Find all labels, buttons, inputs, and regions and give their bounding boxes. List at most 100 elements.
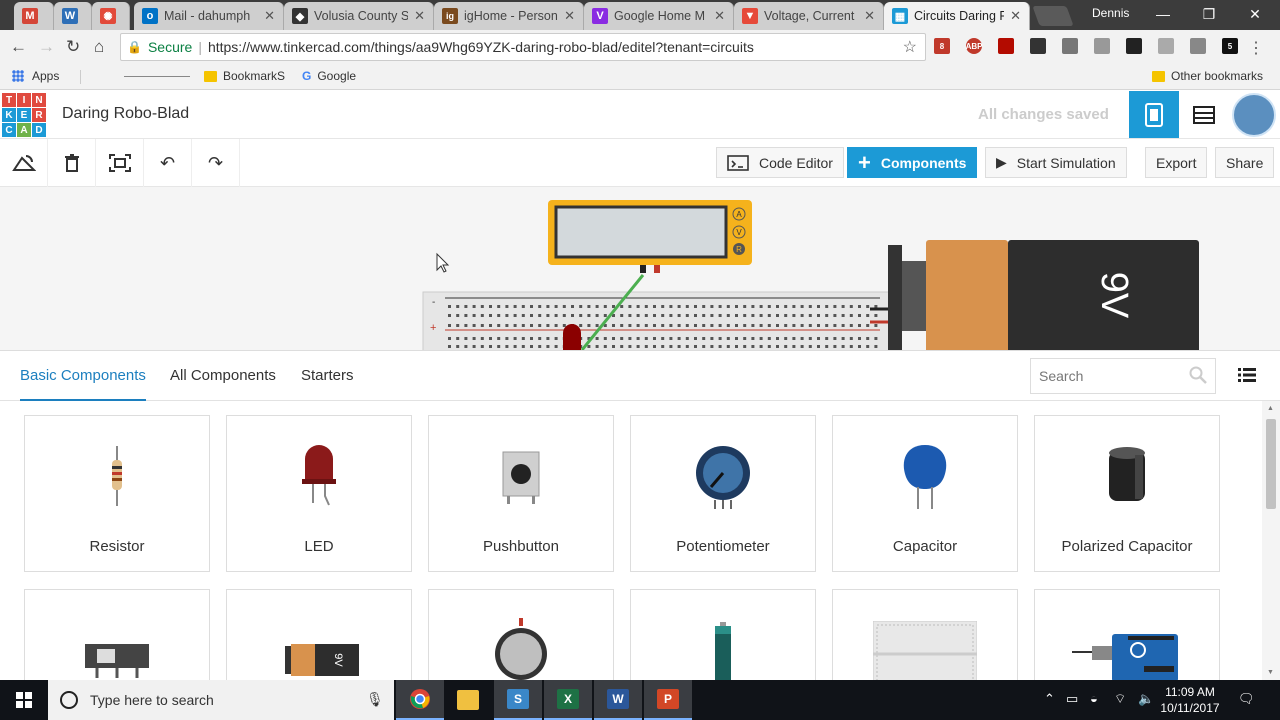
- system-clock[interactable]: 11:09 AM 10/11/2017: [1160, 684, 1220, 716]
- tab-circuits[interactable]: ▦ Circuits Daring R ✕: [884, 2, 1030, 30]
- leaf-icon[interactable]: [1094, 38, 1110, 54]
- volume-icon[interactable]: 🔈: [1138, 691, 1154, 707]
- close-window-icon[interactable]: ✕: [1240, 6, 1270, 23]
- tab-wordpress[interactable]: W: [54, 2, 92, 30]
- component-card-coin-cell[interactable]: [428, 589, 614, 681]
- taskbar-powerpoint[interactable]: P: [644, 680, 692, 720]
- led-component[interactable]: [563, 324, 581, 350]
- browser-menu-icon[interactable]: ⋮: [1248, 38, 1264, 58]
- start-simulation-button[interactable]: ▶ Start Simulation: [985, 147, 1127, 178]
- tab-mail[interactable]: o Mail - dahumph ✕: [134, 2, 284, 30]
- component-card-potentiometer[interactable]: Potentiometer: [630, 415, 816, 572]
- tray-overflow-icon[interactable]: ⌃: [1044, 691, 1055, 707]
- network-security-icon[interactable]: ◒: [1090, 691, 1098, 706]
- cloud-icon[interactable]: [1126, 38, 1142, 54]
- tab-ighome[interactable]: ig igHome - Person ✕: [434, 2, 584, 30]
- multimeter[interactable]: A V R: [548, 200, 752, 273]
- tab-all-components[interactable]: All Components: [170, 367, 276, 384]
- tab-gmail[interactable]: M: [14, 2, 54, 30]
- share-button[interactable]: Share: [1215, 147, 1275, 178]
- scroll-up-icon[interactable]: ▲: [1267, 405, 1274, 412]
- circuit-view-button[interactable]: [1129, 91, 1179, 138]
- tab-close-icon[interactable]: ✕: [264, 8, 275, 24]
- search-icon[interactable]: [1189, 366, 1207, 384]
- tab-voltage[interactable]: ▼ Voltage, Current ✕: [734, 2, 884, 30]
- project-title[interactable]: Daring Robo-Blad: [62, 105, 189, 123]
- address-bar[interactable]: 🔒 Secure | https://www.tinkercad.com/thi…: [120, 33, 926, 61]
- new-tab-button[interactable]: [1032, 6, 1074, 26]
- home-icon[interactable]: ⌂: [94, 37, 104, 57]
- taskbar-search-input[interactable]: Type here to search 🎙: [48, 680, 394, 720]
- battery-icon[interactable]: ▭: [1066, 691, 1078, 707]
- taskbar-chrome[interactable]: [396, 680, 444, 720]
- component-card-breadboard[interactable]: [832, 589, 1018, 681]
- fit-view-button[interactable]: [96, 139, 144, 187]
- components-button[interactable]: + Components: [847, 147, 978, 178]
- tab-close-icon[interactable]: ✕: [414, 8, 425, 24]
- wifi-icon[interactable]: ⌔: [1114, 691, 1126, 707]
- bookmark-apps[interactable]: Apps: [12, 69, 59, 83]
- tab-close-icon[interactable]: ✕: [564, 8, 575, 24]
- tab-basic-components[interactable]: Basic Components: [20, 367, 146, 401]
- adblock-icon[interactable]: ABP: [966, 38, 982, 54]
- pdf-icon[interactable]: [998, 38, 1014, 54]
- component-card-arduino[interactable]: [1034, 589, 1220, 681]
- rotate-button[interactable]: [0, 139, 48, 187]
- breadboard[interactable]: - +: [422, 291, 894, 350]
- user-avatar[interactable]: [1232, 93, 1276, 137]
- restore-icon[interactable]: ❐: [1194, 6, 1224, 23]
- component-card-resistor[interactable]: Resistor: [24, 415, 210, 572]
- start-button[interactable]: [0, 680, 48, 720]
- schematic-view-button[interactable]: [1179, 91, 1229, 138]
- bookmark-star-icon[interactable]: ☆: [903, 37, 917, 57]
- tab-close-icon[interactable]: ✕: [714, 8, 725, 24]
- action-center-icon[interactable]: 🗨: [1238, 691, 1255, 707]
- taskbar-excel[interactable]: X: [544, 680, 592, 720]
- translate-icon[interactable]: [1190, 38, 1206, 54]
- tab-volusia[interactable]: ◆ Volusia County S ✕: [284, 2, 434, 30]
- delete-button[interactable]: [48, 139, 96, 187]
- scroll-down-icon[interactable]: ▼: [1267, 669, 1274, 676]
- forward-icon[interactable]: →: [38, 37, 55, 57]
- tab-aperture[interactable]: ✺: [92, 2, 130, 30]
- scrollbar-thumb[interactable]: [1266, 419, 1276, 509]
- tinkercad-logo[interactable]: TIN KER CAD: [2, 93, 46, 137]
- bookmark-other[interactable]: Other bookmarks: [1152, 69, 1263, 83]
- component-card-pushbutton[interactable]: Pushbutton: [428, 415, 614, 572]
- component-card-capacitor[interactable]: Capacitor: [832, 415, 1018, 572]
- back-icon[interactable]: ←: [10, 37, 27, 57]
- export-button[interactable]: Export: [1145, 147, 1208, 178]
- taskbar-screencast[interactable]: S: [494, 680, 542, 720]
- minimize-icon[interactable]: —: [1148, 6, 1178, 22]
- component-card-battery-9v[interactable]: 9V: [226, 589, 412, 681]
- taskbar-word[interactable]: W: [594, 680, 642, 720]
- tab-starters[interactable]: Starters: [301, 367, 354, 384]
- calendar-icon[interactable]: 8: [934, 38, 950, 54]
- undo-button[interactable]: ↶: [144, 139, 192, 187]
- profile-name[interactable]: Dennis: [1092, 6, 1129, 20]
- amazon-icon[interactable]: 5: [1222, 38, 1238, 54]
- redo-button[interactable]: ↷: [192, 139, 240, 187]
- circuit-canvas[interactable]: A V R - + 9V: [0, 187, 1280, 350]
- bookmark-google[interactable]: G Google: [302, 69, 356, 83]
- component-card-battery-aa[interactable]: [630, 589, 816, 681]
- components-scrollbar[interactable]: ▲ ▼: [1262, 401, 1280, 681]
- taskbar-file-explorer[interactable]: [444, 680, 492, 720]
- reload-icon[interactable]: ↻: [66, 37, 80, 57]
- component-card-led[interactable]: LED: [226, 415, 412, 572]
- bookmark-folder[interactable]: BookmarkS: [204, 69, 285, 83]
- film-icon[interactable]: [1030, 38, 1046, 54]
- tab-close-icon[interactable]: ✕: [864, 8, 875, 24]
- component-card-polarized-capacitor[interactable]: Polarized Capacitor: [1034, 415, 1220, 572]
- microphone-icon[interactable]: 🎙: [366, 691, 384, 708]
- component-label: LED: [304, 538, 334, 555]
- component-search-input[interactable]: Search: [1030, 358, 1216, 394]
- list-view-toggle-icon[interactable]: [1238, 367, 1256, 383]
- shield-icon[interactable]: [1062, 38, 1078, 54]
- component-card-slideswitch[interactable]: [24, 589, 210, 681]
- tab-close-icon[interactable]: ✕: [1010, 8, 1021, 24]
- battery-9v[interactable]: 9V: [870, 240, 1199, 350]
- tab-google-home[interactable]: V Google Home M ✕: [584, 2, 734, 30]
- code-editor-button[interactable]: Code Editor: [716, 147, 844, 178]
- printer-icon[interactable]: [1158, 38, 1174, 54]
